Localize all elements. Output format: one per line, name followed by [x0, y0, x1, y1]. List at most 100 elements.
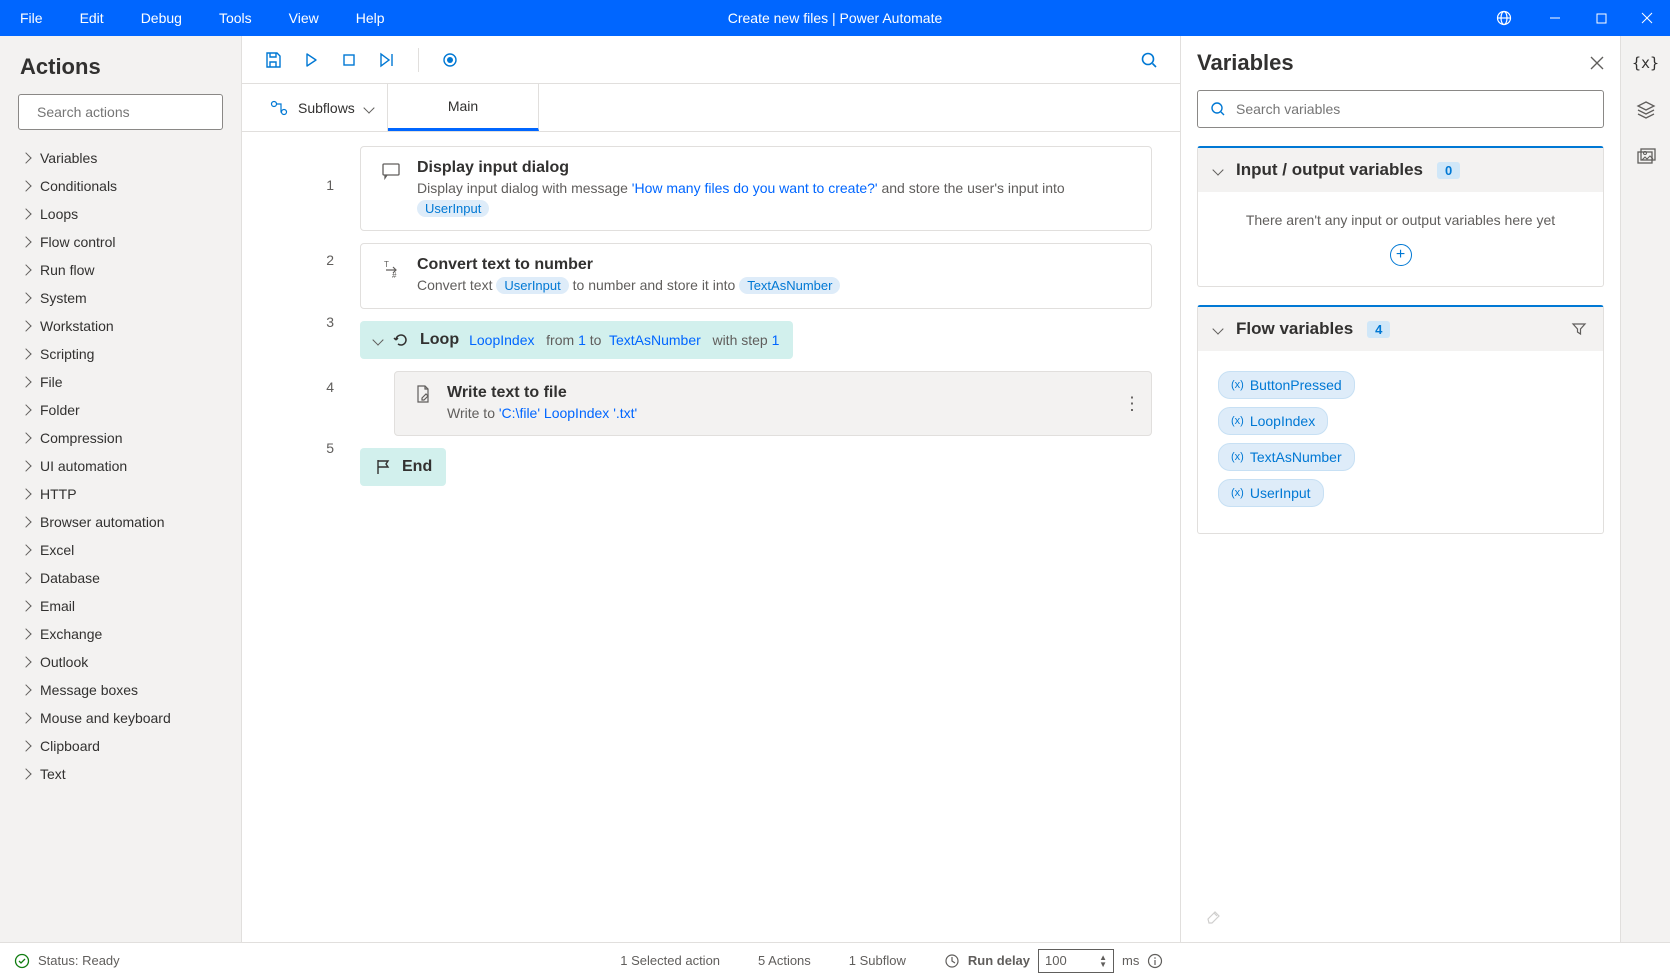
action-group-label: Workstation — [40, 318, 114, 334]
action-group-email[interactable]: Email — [14, 592, 227, 620]
action-group-compression[interactable]: Compression — [14, 424, 227, 452]
flow-variables-header[interactable]: Flow variables 4 — [1198, 307, 1603, 351]
more-options-button[interactable]: ⋮ — [1123, 393, 1141, 414]
action-group-scripting[interactable]: Scripting — [14, 340, 227, 368]
action-group-run-flow[interactable]: Run flow — [14, 256, 227, 284]
action-group-excel[interactable]: Excel — [14, 536, 227, 564]
action-group-flow-control[interactable]: Flow control — [14, 228, 227, 256]
designer-area: Subflows Main 1 2 3 4 5 Display input di… — [242, 36, 1180, 942]
filter-icon[interactable] — [1571, 321, 1587, 337]
chevron-right-icon — [20, 600, 31, 611]
step-end[interactable]: End — [360, 448, 446, 486]
delay-unit: ms — [1122, 953, 1139, 968]
action-group-folder[interactable]: Folder — [14, 396, 227, 424]
step-convert-text-to-number[interactable]: T# Convert text to number Convert text U… — [360, 243, 1152, 309]
info-icon[interactable] — [1147, 953, 1163, 969]
record-icon — [442, 52, 458, 68]
step-title: Display input dialog — [417, 159, 1133, 177]
menu-help[interactable]: Help — [350, 6, 391, 30]
action-group-label: Conditionals — [40, 178, 117, 194]
save-button[interactable] — [256, 43, 290, 77]
action-group-file[interactable]: File — [14, 368, 227, 396]
action-group-conditionals[interactable]: Conditionals — [14, 172, 227, 200]
dialog-icon — [379, 159, 403, 218]
chevron-right-icon — [20, 180, 31, 191]
maximize-button[interactable] — [1578, 0, 1624, 36]
convert-icon: T# — [379, 256, 403, 296]
menu-tools[interactable]: Tools — [213, 6, 258, 30]
action-group-mouse-and-keyboard[interactable]: Mouse and keyboard — [14, 704, 227, 732]
subflows-label: Subflows — [298, 100, 355, 116]
variables-rail-button[interactable]: {x} — [1632, 54, 1659, 72]
delay-input[interactable]: 100 ▲▼ — [1038, 949, 1114, 973]
environment-info[interactable] — [1476, 10, 1532, 26]
variable-pill: UserInput — [417, 200, 489, 217]
action-group-outlook[interactable]: Outlook — [14, 648, 227, 676]
flow-variable-item[interactable]: (x) TextAsNumber — [1218, 443, 1583, 471]
step-display-input-dialog[interactable]: Display input dialog Display input dialo… — [360, 146, 1152, 231]
action-group-exchange[interactable]: Exchange — [14, 620, 227, 648]
variables-search-box[interactable] — [1197, 90, 1604, 128]
stop-button[interactable] — [332, 43, 366, 77]
flow-variable-item[interactable]: (x) UserInput — [1218, 479, 1583, 507]
step-loop[interactable]: Loop LoopIndex from 1 to TextAsNumber wi… — [360, 321, 793, 359]
flow-variable-item[interactable]: (x) LoopIndex — [1218, 407, 1583, 435]
close-icon[interactable] — [1590, 56, 1604, 70]
menu-file[interactable]: File — [14, 6, 49, 30]
collapse-chevron[interactable] — [372, 334, 383, 345]
action-group-browser-automation[interactable]: Browser automation — [14, 508, 227, 536]
menu-edit[interactable]: Edit — [74, 6, 110, 30]
minimize-button[interactable] — [1532, 0, 1578, 36]
action-group-text[interactable]: Text — [14, 760, 227, 788]
line-number: 5 — [270, 426, 360, 470]
add-variable-button[interactable]: + — [1390, 244, 1412, 266]
action-group-message-boxes[interactable]: Message boxes — [14, 676, 227, 704]
action-group-database[interactable]: Database — [14, 564, 227, 592]
images-icon[interactable] — [1636, 148, 1656, 166]
empty-variables-message: There aren't any input or output variabl… — [1214, 212, 1587, 228]
layers-icon[interactable] — [1636, 100, 1656, 120]
tab-main[interactable]: Main — [388, 84, 539, 131]
chevron-right-icon — [20, 236, 31, 247]
chevron-right-icon — [20, 768, 31, 779]
flow-canvas[interactable]: 1 2 3 4 5 Display input dialog Display i… — [242, 132, 1180, 942]
action-group-label: Excel — [40, 542, 74, 558]
subflows-dropdown[interactable]: Subflows — [256, 84, 388, 131]
menu-debug[interactable]: Debug — [135, 6, 188, 30]
designer-search-button[interactable] — [1132, 43, 1166, 77]
action-group-clipboard[interactable]: Clipboard — [14, 732, 227, 760]
action-group-ui-automation[interactable]: UI automation — [14, 452, 227, 480]
action-group-variables[interactable]: Variables — [14, 144, 227, 172]
line-number: 1 — [270, 146, 360, 224]
record-button[interactable] — [433, 43, 467, 77]
variables-search-input[interactable] — [1236, 101, 1591, 117]
flow-variable-item[interactable]: (x) ButtonPressed — [1218, 371, 1583, 399]
designer-toolbar — [242, 36, 1180, 84]
action-group-label: Email — [40, 598, 75, 614]
action-group-label: HTTP — [40, 486, 77, 502]
step-button[interactable] — [370, 43, 404, 77]
chevron-right-icon — [20, 292, 31, 303]
actions-search-box[interactable] — [18, 94, 223, 130]
action-group-loops[interactable]: Loops — [14, 200, 227, 228]
line-number: 3 — [270, 296, 360, 348]
actions-search-input[interactable] — [37, 104, 218, 120]
close-button[interactable] — [1624, 0, 1670, 36]
stop-icon — [342, 53, 356, 67]
svg-text:T: T — [384, 260, 389, 269]
action-group-label: Variables — [40, 150, 97, 166]
run-button[interactable] — [294, 43, 328, 77]
status-bar: Status: Ready 1 Selected action 5 Action… — [0, 942, 1670, 978]
chevron-down-icon — [363, 102, 374, 113]
action-group-system[interactable]: System — [14, 284, 227, 312]
action-group-workstation[interactable]: Workstation — [14, 312, 227, 340]
step-write-text-to-file[interactable]: Write text to file Write to 'C:\file' Lo… — [394, 371, 1152, 437]
action-group-http[interactable]: HTTP — [14, 480, 227, 508]
eraser-icon[interactable] — [1205, 906, 1223, 924]
actions-list[interactable]: Variables Conditionals LoopsFlow controlRu… — [0, 142, 241, 930]
clock-icon — [944, 953, 960, 969]
action-group-label: Outlook — [40, 654, 88, 670]
chevron-right-icon — [20, 432, 31, 443]
io-variables-header[interactable]: Input / output variables 0 — [1198, 148, 1603, 192]
menu-view[interactable]: View — [283, 6, 325, 30]
